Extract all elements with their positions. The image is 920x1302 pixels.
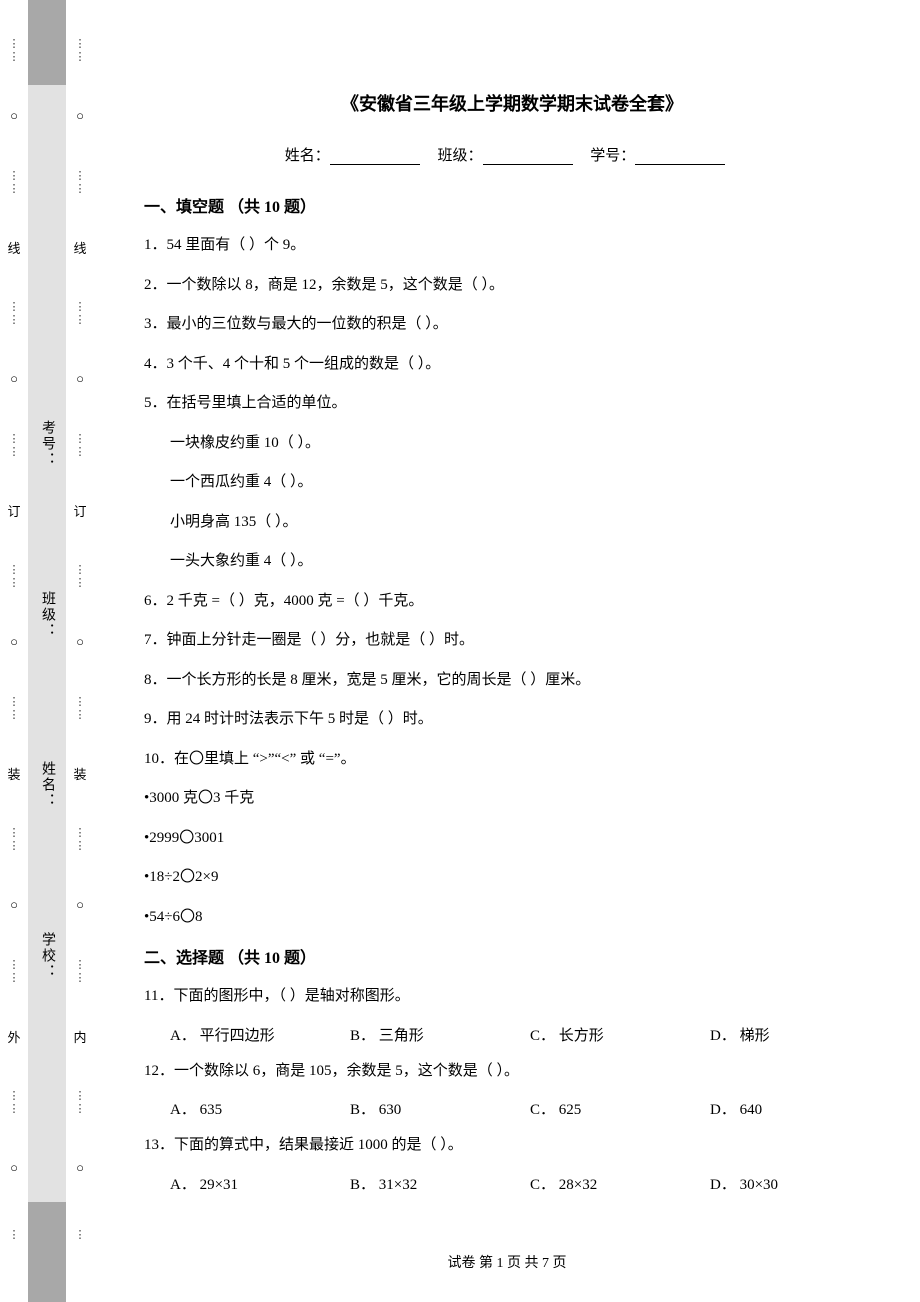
section-1-title: 一、填空题 （共 10 题） [144, 193, 880, 217]
question-5-sub-4: 一头大象约重 4（ ）。 [170, 549, 880, 575]
question-12: 12．一个数除以 6，商是 105，余数是 5，这个数是（ ）。 [144, 1059, 880, 1085]
info-name-blank[interactable] [330, 150, 420, 165]
q12-opt-c[interactable]: C． 625 [530, 1098, 700, 1119]
binding-marker-ding: 订 [7, 501, 20, 520]
q13-opt-b[interactable]: B． 31×32 [350, 1173, 520, 1194]
question-3: 3．最小的三位数与最大的一位数的积是（ ）。 [144, 312, 880, 338]
binding-marker-zhuang: 装 [7, 764, 20, 783]
circle-icon: ○ [10, 897, 18, 913]
question-5-sub-3: 小明身高 135（ ）。 [170, 510, 880, 536]
info-id-label: 学号： [590, 148, 635, 164]
question-8: 8．一个长方形的长是 8 厘米，宽是 5 厘米，它的周长是（ ）厘米。 [144, 668, 880, 694]
exam-title: 《安徽省三年级上学期数学期末试卷全套》 [144, 90, 880, 116]
question-1: 1．54 里面有（ ）个 9。 [144, 233, 880, 259]
q11-opt-a[interactable]: A． 平行四边形 [170, 1024, 340, 1045]
question-2: 2．一个数除以 8，商是 12，余数是 5，这个数是（ ）。 [144, 273, 880, 299]
class-label: 班级： [37, 591, 57, 639]
question-4: 4．3 个千、4 个十和 5 个一组成的数是（ ）。 [144, 352, 880, 378]
question-10-sub-3: •18÷2〇2×9 [144, 865, 880, 891]
q12-opt-d[interactable]: D． 640 [710, 1098, 880, 1119]
question-5: 5．在括号里填上合适的单位。 [144, 391, 880, 417]
q13-opt-d[interactable]: D． 30×30 [710, 1173, 880, 1194]
exam-no-label: 考号： [37, 420, 57, 468]
circle-icon: ○ [76, 634, 84, 650]
binding-marker-inner: 内 [73, 1027, 86, 1046]
outer-binding-column: ⋮⋮ ○ ⋮⋮ 线 ⋮⋮ ○ ⋮⋮ 订 ⋮⋮ ○ ⋮⋮ 装 ⋮⋮ ○ ⋮⋮ 外 … [0, 0, 28, 1302]
circle-icon: ○ [10, 108, 18, 124]
q12-opt-a[interactable]: A． 635 [170, 1098, 340, 1119]
info-class-blank[interactable] [483, 150, 573, 165]
q13-opt-a[interactable]: A． 29×31 [170, 1173, 340, 1194]
student-info-line: 姓名： 班级： 学号： [144, 144, 880, 165]
school-label: 学校： [37, 932, 57, 980]
q12-opt-b[interactable]: B． 630 [350, 1098, 520, 1119]
content-area: 《安徽省三年级上学期数学期末试卷全套》 姓名： 班级： 学号： 一、填空题 （共… [94, 0, 920, 1302]
question-10-sub-4: •54÷6〇8 [144, 905, 880, 931]
circle-icon: ○ [10, 634, 18, 650]
question-5-sub-2: 一个西瓜约重 4（ ）。 [170, 470, 880, 496]
binding-gray-column: 考号： 班级： 姓名： 学校： [28, 0, 66, 1302]
question-10-sub-1: •3000 克〇3 千克 [144, 786, 880, 812]
circle-icon: ○ [76, 108, 84, 124]
inner-binding-column: ⋮⋮ ○ ⋮⋮ 线 ⋮⋮ ○ ⋮⋮ 订 ⋮⋮ ○ ⋮⋮ 装 ⋮⋮ ○ ⋮⋮ 内 … [66, 0, 94, 1302]
info-class-label: 班级： [437, 148, 482, 164]
question-9: 9．用 24 时计时法表示下午 5 时是（ ）时。 [144, 707, 880, 733]
exam-page: ⋮⋮ ○ ⋮⋮ 线 ⋮⋮ ○ ⋮⋮ 订 ⋮⋮ ○ ⋮⋮ 装 ⋮⋮ ○ ⋮⋮ 外 … [0, 0, 920, 1302]
q11-opt-b[interactable]: B． 三角形 [350, 1024, 520, 1045]
question-6: 6．2 千克 =（ ）克，4000 克 =（ ）千克。 [144, 589, 880, 615]
circle-icon: ○ [10, 1160, 18, 1176]
info-name-label: 姓名： [285, 148, 330, 164]
circle-icon: ○ [76, 371, 84, 387]
info-id-blank[interactable] [635, 150, 725, 165]
binding-marker-xian: 线 [73, 238, 86, 257]
circle-icon: ○ [76, 897, 84, 913]
question-11-options: A． 平行四边形 B． 三角形 C． 长方形 D． 梯形 [170, 1024, 880, 1045]
question-7: 7．钟面上分针走一圈是（ ）分，也就是（ ）时。 [144, 628, 880, 654]
question-12-options: A． 635 B． 630 C． 625 D． 640 [170, 1098, 880, 1119]
binding-marker-ding: 订 [73, 501, 86, 520]
question-11: 11．下面的图形中，（ ）是轴对称图形。 [144, 984, 880, 1010]
question-13: 13．下面的算式中，结果最接近 1000 的是（ ）。 [144, 1133, 880, 1159]
circle-icon: ○ [10, 371, 18, 387]
name-label: 姓名： [37, 761, 57, 809]
binding-marker-zhuang: 装 [73, 764, 86, 783]
binding-marker-outer: 外 [7, 1027, 20, 1046]
binding-marker-xian: 线 [7, 238, 20, 257]
q11-opt-c[interactable]: C． 长方形 [530, 1024, 700, 1045]
q13-opt-c[interactable]: C． 28×32 [530, 1173, 700, 1194]
question-5-sub-1: 一块橡皮约重 10（ ）。 [170, 431, 880, 457]
question-10: 10．在〇里填上 “>”“<” 或 “=”。 [144, 747, 880, 773]
section-2-title: 二、选择题 （共 10 题） [144, 944, 880, 968]
circle-icon: ○ [76, 1160, 84, 1176]
question-10-sub-2: •2999〇3001 [144, 826, 880, 852]
question-13-options: A． 29×31 B． 31×32 C． 28×32 D． 30×30 [170, 1173, 880, 1194]
page-footer: 试卷 第 1 页 共 7 页 [94, 1252, 920, 1272]
q11-opt-d[interactable]: D． 梯形 [710, 1024, 880, 1045]
